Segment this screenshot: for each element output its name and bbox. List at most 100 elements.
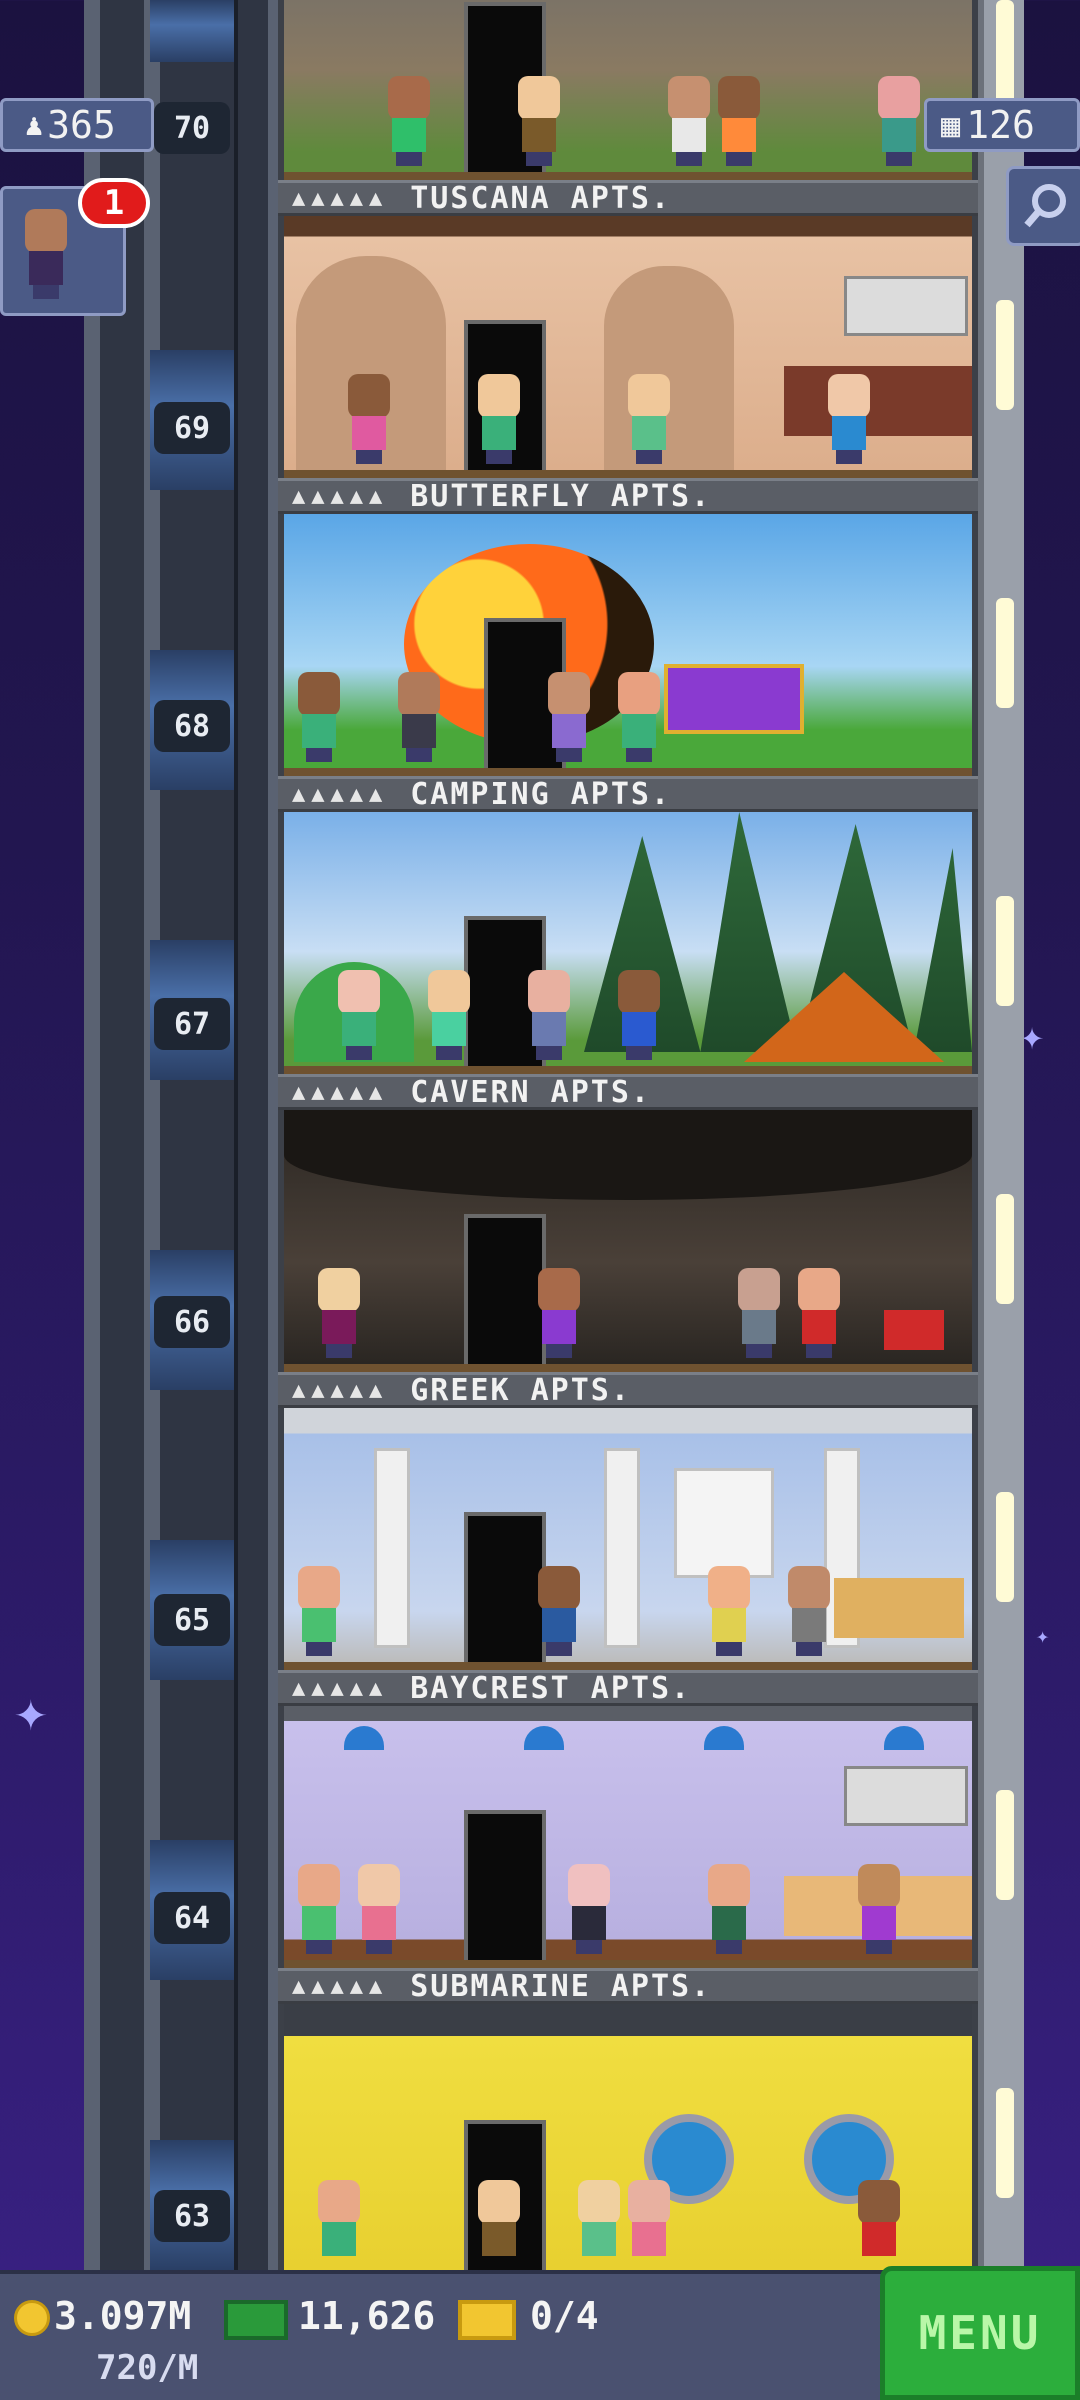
floor-label-bar[interactable]: ▲▲▲▲▲ SUBMARINE APTS.	[278, 1968, 978, 2004]
floor-number: 66	[154, 1296, 230, 1348]
floor-label-bar[interactable]: ▲▲▲▲▲ TUSCANA APTS.	[278, 180, 978, 216]
bitizen[interactable]	[624, 2180, 674, 2270]
population-value: 365	[47, 103, 116, 147]
bitizen[interactable]	[614, 970, 664, 1060]
bitizen[interactable]	[574, 2180, 624, 2270]
search-icon	[1021, 181, 1071, 231]
floor-name: BAYCREST APTS.	[410, 1670, 692, 1706]
floor-label-bar[interactable]: ▲▲▲▲▲ GREEK APTS.	[278, 1372, 978, 1408]
pipe-light	[996, 1492, 1014, 1602]
population-counter[interactable]: ♟ 365	[0, 98, 154, 152]
star-rating: ▲▲▲▲▲	[292, 1377, 389, 1403]
floor-room[interactable]	[284, 0, 972, 180]
star-rating: ▲▲▲▲▲	[292, 185, 389, 211]
bitizen[interactable]	[874, 76, 924, 166]
floor-64[interactable]: ▲▲▲▲▲ SUBMARINE APTS.	[278, 1706, 978, 2004]
bitizen[interactable]	[334, 970, 384, 1060]
floor-69[interactable]: ▲▲▲▲▲ BUTTERFLY APTS.	[278, 216, 978, 514]
floor-room[interactable]	[284, 2004, 972, 2270]
bitizen[interactable]	[294, 672, 344, 762]
tower-bux-icon	[224, 2300, 288, 2340]
floor-name: TUSCANA APTS.	[410, 180, 672, 216]
ceiling-lamp	[344, 1726, 384, 1750]
star-rating: ▲▲▲▲▲	[292, 483, 389, 509]
floor-room[interactable]	[284, 1408, 972, 1670]
floor-room[interactable]	[284, 514, 972, 776]
bitizen[interactable]	[664, 76, 714, 166]
bitizen[interactable]	[704, 1864, 754, 1954]
bitizen[interactable]	[624, 374, 674, 464]
sparkle-icon: ✦	[1036, 1624, 1050, 1649]
counter	[784, 366, 972, 436]
bitizen[interactable]	[474, 374, 524, 464]
pipe-light	[996, 896, 1014, 1006]
ticket-icon	[458, 2300, 516, 2340]
bitizen[interactable]	[294, 1864, 344, 1954]
floor-label-bar[interactable]: ▲▲▲▲▲ CAMPING APTS.	[278, 776, 978, 812]
sofa	[834, 1578, 964, 1638]
income-rate: 720/M	[96, 2348, 199, 2388]
bitizen[interactable]	[854, 1864, 904, 1954]
floor-70[interactable]: ▲▲▲▲▲ TUSCANA APTS.	[278, 0, 978, 216]
bitizen[interactable]	[534, 1268, 584, 1358]
floor-room[interactable]	[284, 1110, 972, 1372]
bitizen[interactable]	[794, 1268, 844, 1358]
tower: ▲▲▲▲▲ TUSCANA APTS. ▲▲▲▲▲ BUTTERFLY APTS…	[278, 0, 978, 2270]
bux-counter[interactable]: ▦ 126	[924, 98, 1080, 152]
toolbox	[884, 1310, 944, 1350]
bitizen[interactable]	[384, 76, 434, 166]
pipe-light	[996, 1194, 1014, 1304]
floor-name: GREEK APTS.	[410, 1372, 631, 1408]
floor-65[interactable]: ▲▲▲▲▲ BAYCREST APTS.	[278, 1408, 978, 1706]
floor-label-bar[interactable]: ▲▲▲▲▲ BUTTERFLY APTS.	[278, 478, 978, 514]
bitizen[interactable]	[314, 2180, 364, 2270]
floor-67[interactable]: ▲▲▲▲▲ CAVERN APTS.	[278, 812, 978, 1110]
floor-label-bar[interactable]: ▲▲▲▲▲ CAVERN APTS.	[278, 1074, 978, 1110]
floor-name: CAVERN APTS.	[410, 1074, 651, 1110]
cabinet	[844, 276, 968, 336]
floor-room[interactable]	[284, 1706, 972, 1968]
bitizen[interactable]	[534, 1566, 584, 1656]
bitizen-avatar	[21, 209, 71, 299]
coin-icon	[14, 2300, 50, 2336]
floor-66[interactable]: ▲▲▲▲▲ GREEK APTS.	[278, 1110, 978, 1408]
floor-label-bar[interactable]: ▲▲▲▲▲ BAYCREST APTS.	[278, 1670, 978, 1706]
bitizen[interactable]	[394, 672, 444, 762]
bitizen[interactable]	[354, 1864, 404, 1954]
ceiling-lamp	[524, 1726, 564, 1750]
tickets-value: 0/4	[530, 2294, 599, 2338]
floor-number: 70	[154, 102, 230, 154]
bitizen[interactable]	[474, 2180, 524, 2270]
bitizen[interactable]	[344, 374, 394, 464]
pipe-light	[996, 300, 1014, 410]
floor-name: CAMPING APTS.	[410, 776, 672, 812]
floor-63[interactable]	[278, 2004, 978, 2302]
notification-badge[interactable]: 1	[78, 178, 150, 228]
floor-number: 69	[154, 402, 230, 454]
column	[374, 1448, 410, 1648]
bitizen[interactable]	[524, 970, 574, 1060]
elevator-car[interactable]	[150, 0, 234, 62]
bitizen[interactable]	[544, 672, 594, 762]
floor-number: 64	[154, 1892, 230, 1944]
bitizen[interactable]	[824, 374, 874, 464]
bitizen[interactable]	[854, 2180, 904, 2270]
bitizen[interactable]	[564, 1864, 614, 1954]
bitizen[interactable]	[614, 672, 664, 762]
bitizen[interactable]	[784, 1566, 834, 1656]
star-rating: ▲▲▲▲▲	[292, 781, 389, 807]
bitizen[interactable]	[734, 1268, 784, 1358]
bitizen[interactable]	[514, 76, 564, 166]
ceiling-lamp	[884, 1726, 924, 1750]
bitizen[interactable]	[424, 970, 474, 1060]
search-button[interactable]	[1006, 166, 1080, 246]
bitizen[interactable]	[314, 1268, 364, 1358]
floor-room[interactable]	[284, 812, 972, 1074]
floor-name: BUTTERFLY APTS.	[410, 478, 712, 514]
bitizen[interactable]	[714, 76, 764, 166]
bitizen[interactable]	[704, 1566, 754, 1656]
floor-68[interactable]: ▲▲▲▲▲ CAMPING APTS.	[278, 514, 978, 812]
bitizen[interactable]	[294, 1566, 344, 1656]
menu-button[interactable]: MENU	[880, 2266, 1080, 2400]
floor-room[interactable]	[284, 216, 972, 478]
